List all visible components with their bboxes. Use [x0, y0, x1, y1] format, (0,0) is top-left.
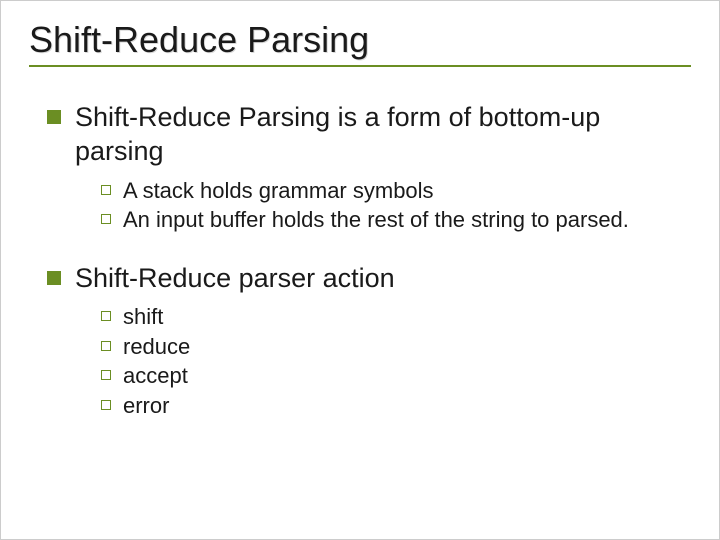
bullet-text: Shift-Reduce parser action	[75, 262, 395, 296]
bullet-item: Shift-Reduce Parsing is a form of bottom…	[47, 101, 681, 169]
slide: Shift-Reduce Parsing Shift-Reduce Parsin…	[0, 0, 720, 540]
sub-bullet-text: A stack holds grammar symbols	[123, 177, 434, 205]
sub-bullet-item: shift	[101, 303, 681, 331]
slide-title: Shift-Reduce Parsing	[29, 19, 691, 61]
sub-bullet-text: reduce	[123, 333, 190, 361]
square-bullet-icon	[47, 271, 61, 285]
sub-list: A stack holds grammar symbols An input b…	[47, 177, 681, 234]
sub-bullet-item: reduce	[101, 333, 681, 361]
sub-bullet-item: error	[101, 392, 681, 420]
sub-bullet-item: accept	[101, 362, 681, 390]
hollow-square-bullet-icon	[101, 341, 111, 351]
square-bullet-icon	[47, 110, 61, 124]
hollow-square-bullet-icon	[101, 370, 111, 380]
content-area: Shift-Reduce Parsing is a form of bottom…	[29, 73, 691, 419]
bullet-item: Shift-Reduce parser action	[47, 262, 681, 296]
hollow-square-bullet-icon	[101, 214, 111, 224]
hollow-square-bullet-icon	[101, 185, 111, 195]
sub-bullet-item: An input buffer holds the rest of the st…	[101, 206, 681, 234]
title-underline	[29, 65, 691, 67]
sub-bullet-text: accept	[123, 362, 188, 390]
spacer	[47, 252, 681, 262]
sub-bullet-text: shift	[123, 303, 163, 331]
sub-bullet-item: A stack holds grammar symbols	[101, 177, 681, 205]
sub-bullet-text: error	[123, 392, 169, 420]
hollow-square-bullet-icon	[101, 400, 111, 410]
bullet-text: Shift-Reduce Parsing is a form of bottom…	[75, 101, 681, 169]
sub-list: shift reduce accept error	[47, 303, 681, 419]
sub-bullet-text: An input buffer holds the rest of the st…	[123, 206, 629, 234]
hollow-square-bullet-icon	[101, 311, 111, 321]
title-area: Shift-Reduce Parsing	[29, 19, 691, 73]
